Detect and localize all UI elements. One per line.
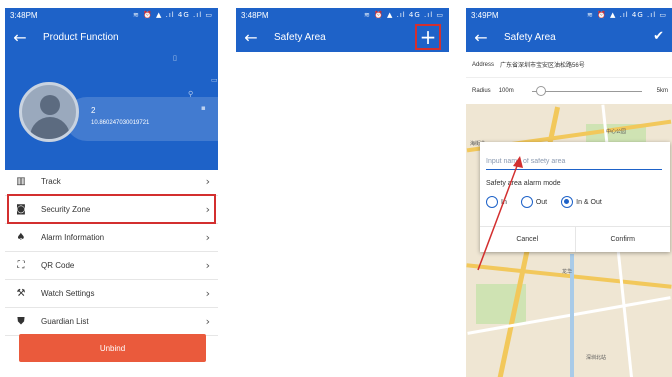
- location-pin-icon: ⚲: [188, 90, 194, 98]
- trash-icon: ▪: [201, 104, 206, 112]
- status-bar: 3:48PM ≋ ⏰ ▲ .ıl 4G .ıl ▭: [236, 8, 449, 22]
- menu-item-label: Track: [41, 177, 61, 186]
- back-arrow-icon[interactable]: ←: [238, 28, 264, 47]
- chevron-right-icon: ›: [205, 287, 210, 300]
- radio-label: In: [501, 198, 507, 206]
- shield-icon: ⛊: [17, 316, 25, 327]
- status-bar: 3:48PM ≋ ⏰ ▲ .ıl 4G .ıl ▭: [5, 8, 218, 22]
- status-icons: ≋ ⏰ ▲ .ıl 4G .ıl ▭: [586, 11, 667, 19]
- radius-row: Radius 100m 5km: [466, 78, 672, 104]
- status-time: 3:48PM: [10, 10, 38, 20]
- device-icon: ▯: [173, 54, 177, 62]
- status-time: 3:48PM: [241, 10, 269, 20]
- radius-label: Radius: [472, 88, 491, 94]
- menu-item-label: Guardian List: [41, 317, 89, 326]
- bell-icon: ♠: [16, 232, 26, 243]
- radio-label: In & Out: [576, 198, 602, 206]
- safety-area-name-input[interactable]: [486, 154, 662, 170]
- security-zone-highlight: [7, 194, 216, 224]
- back-arrow-icon[interactable]: ←: [7, 28, 33, 47]
- radio-selected-icon: [561, 196, 574, 208]
- radio-in[interactable]: In: [486, 196, 507, 208]
- avatar[interactable]: [19, 82, 79, 142]
- radius-max: 5km: [656, 88, 668, 94]
- dialog-actions: Cancel Confirm: [480, 226, 670, 252]
- profile-band: [65, 97, 218, 141]
- confirm-button[interactable]: Confirm: [574, 227, 671, 252]
- radius-slider-track[interactable]: [532, 91, 642, 92]
- chat-icon: ▭: [211, 76, 218, 84]
- unbind-button[interactable]: Unbind: [19, 334, 206, 362]
- chevron-right-icon: ›: [205, 231, 210, 244]
- safety-area-edit-screen: 3:49PM ≋ ⏰ ▲ .ıl 4G .ıl ▭ ← Safety Area …: [466, 8, 672, 377]
- menu-item-label: QR Code: [41, 261, 75, 270]
- alarm-mode-radio-group: In Out In & Out: [486, 196, 616, 208]
- map-label: 龙华: [562, 269, 573, 275]
- radio-in-and-out[interactable]: In & Out: [561, 196, 602, 208]
- app-bar: ← Safety Area ✔: [466, 22, 672, 52]
- menu-item-label: Alarm Information: [41, 233, 105, 242]
- page-title: Safety Area: [274, 31, 326, 43]
- back-arrow-icon[interactable]: ←: [468, 28, 494, 47]
- map-label: 中心公园: [606, 129, 627, 135]
- app-bar: ← Safety Area +: [236, 22, 449, 52]
- profile-header: ▯ ▭ ⚲ ▪ 2 10.860247030019721: [5, 52, 218, 170]
- wrench-icon: ⚒: [16, 288, 26, 299]
- page-title: Safety Area: [504, 31, 556, 43]
- avatar-head-shape: [40, 95, 60, 115]
- menu-item-qr-code[interactable]: ⛶ QR Code ›: [5, 252, 218, 280]
- menu-item-guardian-list[interactable]: ⛊ Guardian List ›: [5, 308, 218, 336]
- menu-item-label: Watch Settings: [41, 289, 95, 298]
- radius-value: 100m: [498, 88, 514, 94]
- radius-slider-thumb[interactable]: [536, 86, 546, 96]
- status-time: 3:49PM: [471, 10, 499, 20]
- status-icons: ≋ ⏰ ▲ .ıl 4G .ıl ▭: [132, 11, 213, 19]
- chevron-right-icon: ›: [205, 315, 210, 328]
- add-safety-area-dialog: Safety area alarm mode In Out In & Out C…: [480, 142, 670, 252]
- page-title: Product Function: [43, 31, 119, 43]
- check-icon[interactable]: ✔: [653, 29, 664, 44]
- add-safety-area-button[interactable]: +: [415, 24, 441, 50]
- app-bar: ← Product Function: [5, 22, 218, 52]
- address-value: 广东省深圳市宝安区油松路56号: [500, 63, 585, 69]
- radio-label: Out: [535, 198, 548, 206]
- menu-item-alarm-information[interactable]: ♠ Alarm Information ›: [5, 224, 218, 252]
- cancel-button[interactable]: Cancel: [480, 227, 575, 252]
- qr-icon: ⛶: [17, 260, 25, 271]
- status-icons: ≋ ⏰ ▲ .ıl 4G .ıl ▭: [363, 11, 444, 19]
- avatar-body-shape: [30, 117, 70, 139]
- radio-circle-icon: [486, 196, 498, 208]
- chevron-right-icon: ›: [205, 259, 210, 272]
- safety-area-list-screen: 3:48PM ≋ ⏰ ▲ .ıl 4G .ıl ▭ ← Safety Area …: [236, 8, 449, 377]
- menu-item-track[interactable]: ▥ Track ›: [5, 168, 218, 196]
- radio-out[interactable]: Out: [520, 196, 548, 208]
- profile-id: 10.860247030019721: [91, 120, 150, 126]
- status-bar: 3:49PM ≋ ⏰ ▲ .ıl 4G .ıl ▭: [466, 8, 672, 22]
- radio-circle-icon: [520, 196, 533, 208]
- address-label: Address: [472, 61, 495, 68]
- menu-item-watch-settings[interactable]: ⚒ Watch Settings ›: [5, 280, 218, 308]
- map-icon: ▥: [16, 176, 26, 187]
- product-function-screen: 3:48PM ≋ ⏰ ▲ .ıl 4G .ıl ▭ ← Product Func…: [5, 8, 218, 377]
- chevron-right-icon: ›: [205, 175, 210, 188]
- map-label: 深圳北站: [586, 355, 607, 361]
- alarm-mode-label: Safety area alarm mode: [486, 180, 561, 187]
- address-row: Address 广东省深圳市宝安区油松路56号: [466, 52, 672, 78]
- profile-name: 2: [91, 106, 96, 115]
